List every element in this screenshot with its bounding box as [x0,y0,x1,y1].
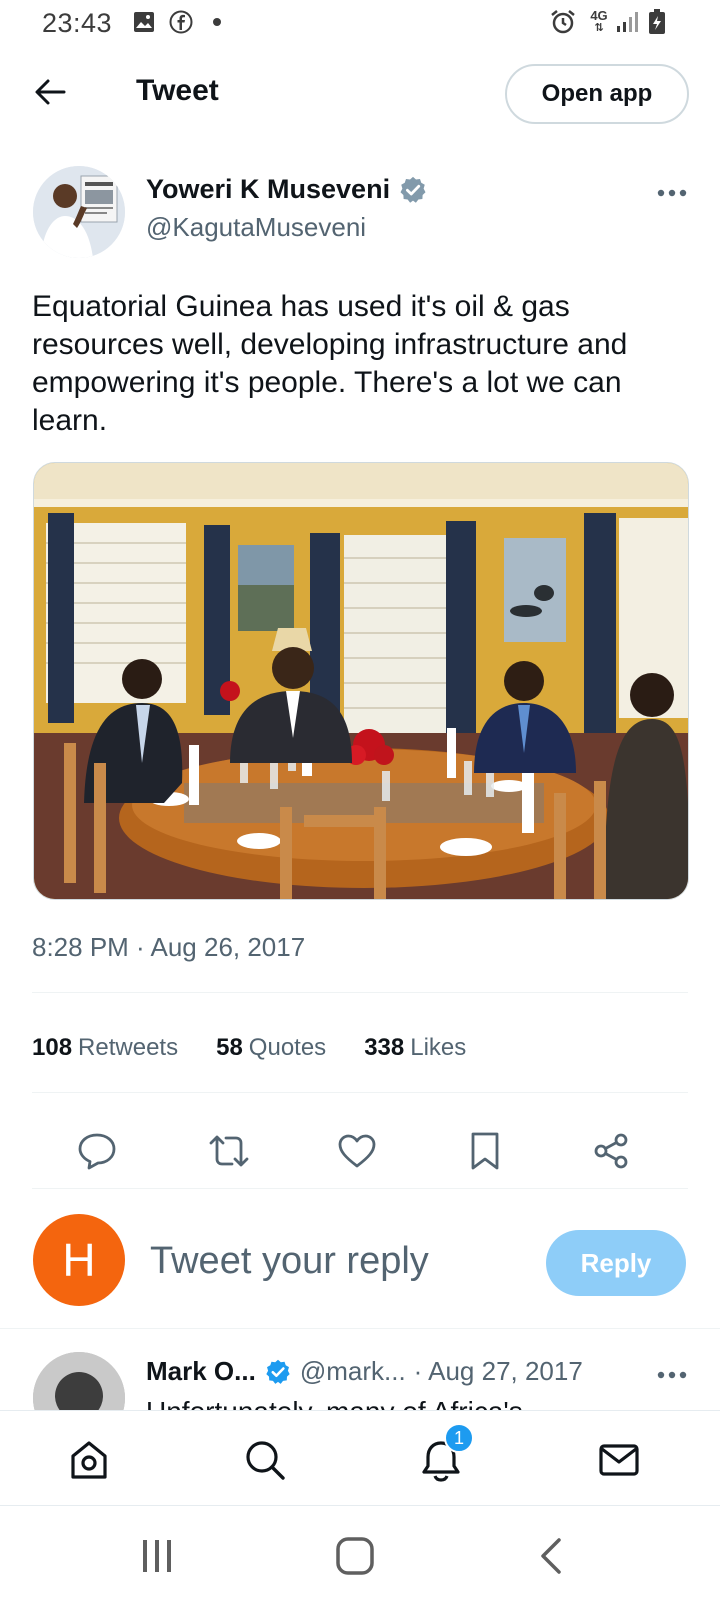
signal-icon [614,10,640,34]
tweet-photo[interactable] [33,462,689,900]
retweets-label: Retweets [78,1034,179,1061]
reply-icon[interactable] [74,1128,120,1174]
retweet-icon[interactable] [206,1128,252,1174]
bottom-navigation: 1 [0,1410,720,1506]
tweet-text: Equatorial Guinea has used it's oil & ga… [32,290,628,437]
quotes-stat[interactable]: 58 Quotes [216,1034,326,1062]
notification-badge: 1 [444,1423,474,1453]
search-icon[interactable] [238,1433,292,1487]
back-button-icon[interactable] [526,1534,576,1578]
more-options-icon[interactable] [652,178,692,208]
4g-icon: 4G ⇅ [590,8,608,34]
open-app-button[interactable]: Open app [505,64,689,124]
reply-tweet[interactable]: Mark O... @mark... · Aug 27, 2017 Unfort… [0,1330,720,1410]
verified-badge-icon [266,1359,290,1384]
author-handle[interactable]: @KagutaMuseveni [146,212,366,243]
divider [0,1328,720,1329]
system-navigation [0,1506,720,1600]
status-time: 23:43 [42,8,113,38]
reply-more-options-icon[interactable] [652,1360,692,1390]
battery-icon [646,9,668,34]
back-arrow-icon[interactable] [28,70,72,114]
share-icon[interactable] [588,1128,634,1174]
quotes-label: Quotes [248,1034,327,1061]
tweet-actions [0,1128,720,1182]
top-header: Tweet Open app [0,58,720,128]
reply-author-handle[interactable]: @mark... [300,1356,406,1387]
user-avatar[interactable]: H [33,1214,125,1306]
status-bar: 23:43 4G ⇅ [0,0,720,46]
messages-icon[interactable] [592,1433,646,1487]
recent-apps-icon[interactable] [132,1534,182,1578]
author-avatar[interactable] [33,166,125,258]
reply-date: · Aug 27, 2017 [413,1356,583,1386]
like-icon[interactable] [334,1128,380,1174]
likes-stat[interactable]: 338 Likes [364,1034,466,1062]
likes-label: Likes [410,1034,467,1061]
alarm-icon [548,10,578,34]
divider [32,992,688,993]
home-button-icon[interactable] [330,1534,380,1578]
reply-header: Mark O... @mark... · Aug 27, 2017 [146,1356,583,1387]
reply-button[interactable]: Reply [546,1230,686,1296]
facebook-icon [168,10,194,34]
likes-count: 338 [364,1034,405,1061]
reply-author-name[interactable]: Mark O... [146,1356,256,1387]
dot-icon [210,10,224,34]
retweets-count: 108 [32,1034,73,1061]
author-name-text: Yoweri K Museveni [146,174,391,204]
page-title: Tweet [136,74,219,107]
author-name[interactable]: Yoweri K Museveni [146,174,428,205]
retweets-stat[interactable]: 108 Retweets [32,1034,178,1062]
image-icon [132,10,156,34]
tweet-stats: 108 Retweets 58 Quotes 338 Likes [32,1034,466,1062]
network-label: 4G [590,8,608,23]
reply-author-avatar[interactable] [33,1352,125,1410]
divider [32,1188,688,1189]
verified-badge-icon [400,176,426,203]
home-icon[interactable] [62,1433,116,1487]
reply-input[interactable] [150,1236,520,1286]
reply-text: Unfortunately, many of Africa's [146,1396,523,1410]
bookmark-icon[interactable] [462,1128,508,1174]
quotes-count: 58 [216,1034,243,1061]
divider [32,1092,688,1093]
tweet-timestamp: 8:28 PM · Aug 26, 2017 [32,932,306,962]
